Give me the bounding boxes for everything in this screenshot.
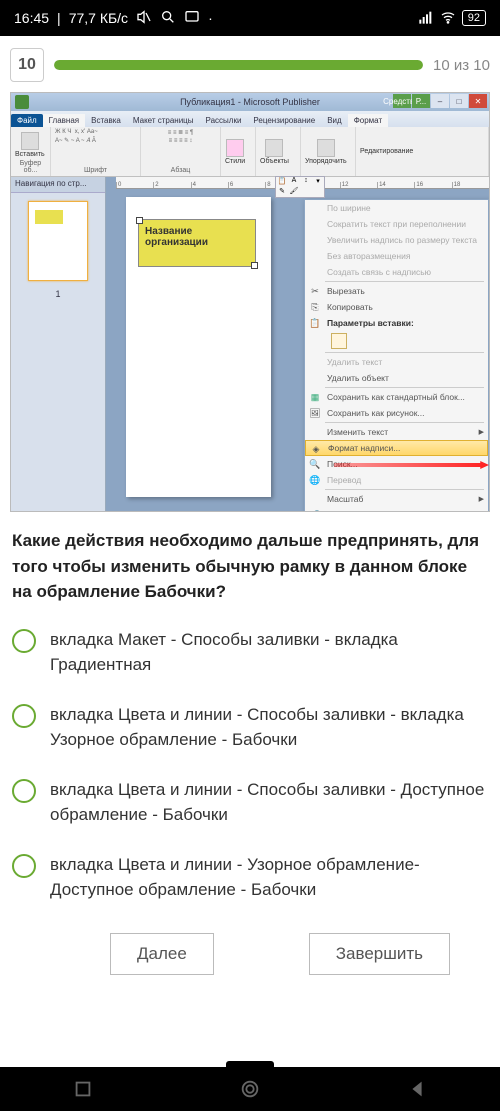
navigation-panel: Навигация по стр... 1 bbox=[11, 177, 106, 511]
option-4[interactable]: вкладка Цвета и линии - Узорное обрамлен… bbox=[12, 852, 488, 903]
radio-icon[interactable] bbox=[12, 854, 36, 878]
tab-file: Файл bbox=[11, 114, 43, 127]
cm-del-obj: Удалить объект bbox=[305, 370, 488, 386]
android-nav-bar bbox=[0, 1067, 500, 1111]
cm-change-text: Изменить текст▶ bbox=[305, 424, 488, 440]
tab-mail: Рассылки bbox=[200, 114, 248, 127]
cm-hyperlink: 🔗Гиперссылка... bbox=[305, 507, 488, 512]
tools-tab: Средств... bbox=[393, 94, 411, 108]
cm-zoom: Масштаб▶ bbox=[305, 491, 488, 507]
cm-format-label: ◈Формат надписи... bbox=[305, 440, 488, 456]
cm-save-pic: 🖼Сохранить как рисунок... bbox=[305, 405, 488, 421]
cm-copy: ⎘Копировать bbox=[305, 299, 488, 315]
cm-noauto: Без авторазмещения bbox=[305, 248, 488, 264]
radio-icon[interactable] bbox=[12, 629, 36, 653]
radio-icon[interactable] bbox=[12, 704, 36, 728]
answer-options: вкладка Макет - Способы заливки - вкладк… bbox=[12, 627, 488, 903]
tools-tab-2: Р... bbox=[412, 94, 430, 108]
tab-view: Вид bbox=[321, 114, 347, 127]
status-speed: 77,7 КБ/с bbox=[69, 10, 128, 26]
wifi-icon bbox=[440, 9, 456, 28]
publisher-logo-icon bbox=[15, 95, 29, 109]
pic-icon: 🖼 bbox=[308, 406, 322, 420]
recent-apps-button[interactable] bbox=[72, 1078, 94, 1100]
mini-toolbar: 📋A↕▾ ✎🖌 bbox=[275, 176, 325, 198]
window-titlebar: Публикация1 - Microsoft Publisher Средст… bbox=[11, 93, 489, 111]
window-title: Публикация1 - Microsoft Publisher bbox=[180, 97, 320, 107]
status-bar: 16:45 | 77,7 КБ/с · 92 bbox=[0, 0, 500, 36]
page-canvas: Название организации bbox=[126, 197, 271, 497]
block-icon: ▦ bbox=[308, 390, 322, 404]
paste-icon bbox=[21, 132, 39, 150]
cm-cut: ✂Вырезать bbox=[305, 283, 488, 299]
publisher-screenshot: Публикация1 - Microsoft Publisher Средст… bbox=[10, 92, 490, 512]
option-2[interactable]: вкладка Цвета и линии - Способы заливки … bbox=[12, 702, 488, 753]
cm-translate: 🌐Перевод bbox=[305, 472, 488, 488]
radio-icon[interactable] bbox=[12, 779, 36, 803]
objects-icon bbox=[265, 139, 283, 157]
tab-format: Формат bbox=[348, 114, 388, 127]
finish-button[interactable]: Завершить bbox=[309, 933, 450, 975]
tab-insert: Вставка bbox=[85, 114, 127, 127]
step-number: 10 bbox=[10, 48, 44, 82]
cm-paste-opts: 📋Параметры вставки: bbox=[305, 315, 488, 331]
arrange-icon bbox=[317, 139, 335, 157]
edit-button: Редактирование bbox=[360, 148, 413, 155]
translate-icon: 🌐 bbox=[308, 473, 322, 487]
option-3[interactable]: вкладка Цвета и линии - Способы заливки … bbox=[12, 777, 488, 828]
objects-button: Объекты bbox=[260, 139, 289, 165]
format-icon: ◈ bbox=[309, 442, 323, 456]
search-icon bbox=[160, 9, 176, 28]
page-thumbnail bbox=[28, 201, 88, 281]
cm-paste-sub bbox=[305, 331, 488, 351]
battery-icon: 92 bbox=[462, 10, 486, 26]
paste-icon: 📋 bbox=[308, 316, 322, 330]
max-button: □ bbox=[450, 94, 468, 108]
signal-icon bbox=[418, 9, 434, 28]
styles-icon bbox=[226, 139, 244, 157]
copy-icon: ⎘ bbox=[308, 300, 322, 314]
nav-header: Навигация по стр... bbox=[11, 177, 105, 193]
find-icon: 🔍 bbox=[308, 457, 322, 471]
cm-link: Создать связь с надписью bbox=[305, 264, 488, 280]
chat-icon bbox=[184, 9, 200, 28]
status-time: 16:45 bbox=[14, 10, 49, 26]
progress-label: 10 из 10 bbox=[433, 57, 490, 74]
cm-del-text: Удалить текст bbox=[305, 354, 488, 370]
page-number: 1 bbox=[11, 289, 105, 299]
progress-row: 10 10 из 10 bbox=[10, 48, 490, 82]
tab-home: Главная bbox=[43, 114, 85, 127]
question-text: Какие действия необходимо дальше предпри… bbox=[12, 528, 488, 605]
link-icon: 🔗 bbox=[308, 508, 322, 512]
nav-handle-icon bbox=[226, 1061, 274, 1067]
mute-icon bbox=[136, 9, 152, 28]
min-button: – bbox=[431, 94, 449, 108]
cut-icon: ✂ bbox=[308, 284, 322, 298]
ribbon: Вставить Буфер об... Ж К Ч х, х' Аа~ A~ … bbox=[11, 127, 489, 177]
cm-save-block: ▦Сохранить как стандартный блок... bbox=[305, 389, 488, 405]
tab-layout: Макет страницы bbox=[127, 114, 200, 127]
home-button[interactable] bbox=[239, 1078, 261, 1100]
arrange-button: Упорядочить bbox=[305, 139, 347, 165]
next-button[interactable]: Далее bbox=[110, 933, 214, 975]
close-button: ✕ bbox=[469, 94, 487, 108]
canvas-area: 024681012141618 Название организации 📋A↕… bbox=[106, 177, 489, 511]
cm-enlarge: Увеличить надпись по размеру текста bbox=[305, 232, 488, 248]
option-1[interactable]: вкладка Макет - Способы заливки - вкладк… bbox=[12, 627, 488, 678]
styles-button: Стили bbox=[225, 139, 245, 165]
paste-button: Вставить bbox=[15, 132, 45, 158]
progress-bar bbox=[54, 60, 423, 70]
ribbon-tabs: Файл Главная Вставка Макет страницы Расс… bbox=[11, 111, 489, 127]
cm-shrink: Сократить текст при переполнении bbox=[305, 216, 488, 232]
back-button[interactable] bbox=[406, 1078, 428, 1100]
organization-textbox: Название организации bbox=[138, 219, 256, 267]
tab-review: Рецензирование bbox=[247, 114, 321, 127]
cm-fit-width: По ширине bbox=[305, 200, 488, 216]
